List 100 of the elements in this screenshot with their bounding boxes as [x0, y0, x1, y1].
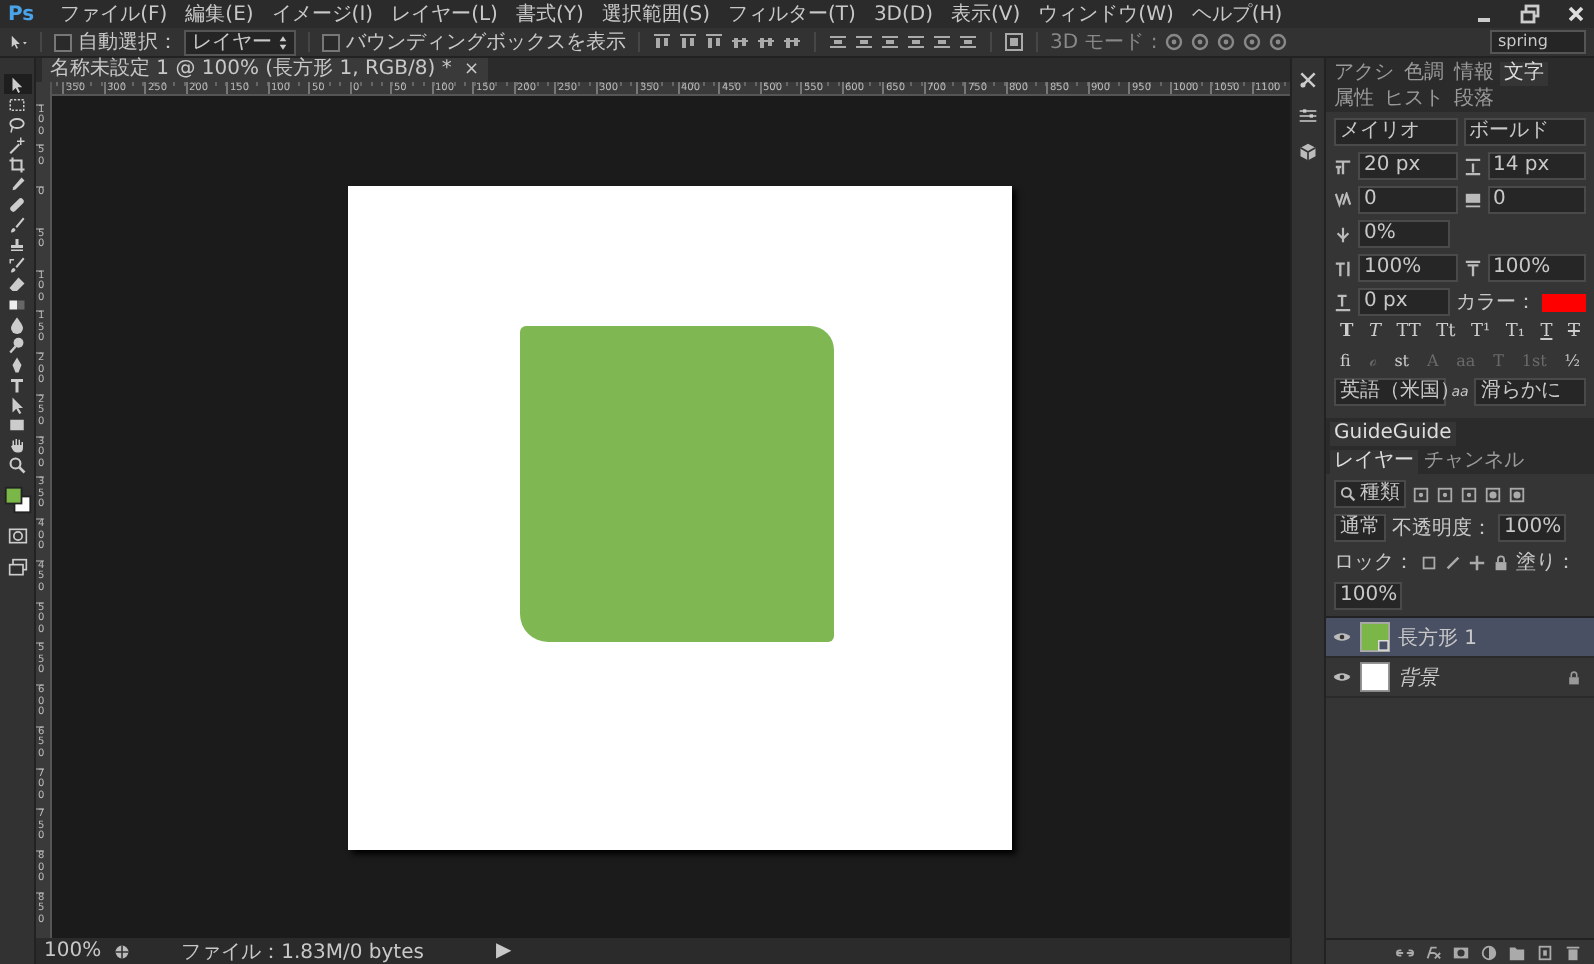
panel-tab[interactable]: GuideGuide: [1330, 422, 1456, 446]
opacity-field[interactable]: 100%: [1498, 514, 1566, 542]
menu-item[interactable]: ヘルプ(H): [1191, 0, 1283, 28]
align-icon[interactable]: [678, 32, 698, 52]
baseline-shift-field[interactable]: 0 px: [1358, 288, 1450, 316]
menu-item[interactable]: 表示(V): [951, 0, 1021, 28]
panel-tab[interactable]: 属性: [1330, 88, 1378, 112]
fill-field[interactable]: 100%: [1334, 582, 1402, 610]
filter-icon[interactable]: [1484, 485, 1502, 503]
3d-tool-icon[interactable]: [1163, 32, 1184, 52]
font-style-select[interactable]: ボールド: [1463, 118, 1586, 146]
opentype-button[interactable]: fi: [1338, 350, 1353, 372]
tracking-field[interactable]: 0: [1487, 186, 1586, 214]
distribute-icon[interactable]: [880, 32, 900, 52]
menu-item[interactable]: 書式(Y): [515, 0, 584, 28]
panel-tab[interactable]: 情報: [1450, 62, 1498, 86]
auto-align-icon[interactable]: [1004, 32, 1024, 52]
menu-item[interactable]: 選択範囲(S): [601, 0, 711, 28]
blend-mode-select[interactable]: 通常: [1334, 514, 1386, 542]
align-icon[interactable]: [704, 32, 724, 52]
menu-item[interactable]: フィルター(T): [728, 0, 856, 28]
tool-preset-icon[interactable]: [8, 32, 28, 52]
effects-icon[interactable]: [1424, 943, 1442, 961]
checkbox[interactable]: [54, 33, 72, 51]
screen-mode-icon[interactable]: [7, 558, 27, 578]
font-size-field[interactable]: 20 px: [1358, 152, 1457, 180]
3d-tool-icon[interactable]: [1241, 32, 1262, 52]
language-select[interactable]: 英語（米国）: [1334, 378, 1446, 406]
filter-icon[interactable]: [1436, 485, 1454, 503]
checkbox[interactable]: [322, 33, 340, 51]
menu-item[interactable]: イメージ(I): [271, 0, 374, 28]
text-style-button[interactable]: TT: [1394, 322, 1423, 344]
layer-filter-select[interactable]: 種類: [1334, 480, 1406, 508]
panel-tab[interactable]: ヒスト: [1380, 88, 1448, 112]
distribute-icon[interactable]: [958, 32, 978, 52]
tool-button[interactable]: [3, 74, 31, 94]
layer-select[interactable]: レイヤー: [184, 29, 296, 55]
kerning-field[interactable]: 0: [1358, 186, 1457, 214]
text-style-button[interactable]: Tt: [1434, 322, 1458, 344]
panel-tab[interactable]: アクシ: [1330, 62, 1398, 86]
cube-icon[interactable]: [1298, 142, 1318, 162]
half-circle-icon[interactable]: [1480, 943, 1498, 961]
folder-icon[interactable]: [1508, 943, 1526, 961]
link-icon[interactable]: [1396, 943, 1414, 961]
close-icon[interactable]: [1566, 4, 1586, 24]
layer-row[interactable]: 背景: [1326, 658, 1594, 698]
text-style-button[interactable]: T₁: [1503, 322, 1527, 344]
menu-item[interactable]: 編集(E): [185, 0, 254, 28]
menu-item[interactable]: 3D(D): [873, 3, 934, 25]
tab-close-button[interactable]: ×: [464, 60, 480, 80]
align-icon[interactable]: [756, 32, 776, 52]
scale-ratio-field[interactable]: 0%: [1358, 220, 1450, 248]
zoom-level[interactable]: 100%: [44, 940, 102, 962]
eye-icon[interactable]: [1332, 670, 1352, 684]
menu-item[interactable]: ファイル(F): [60, 0, 168, 28]
antialias-select[interactable]: 滑らかに: [1474, 378, 1586, 406]
trash-icon[interactable]: [1564, 943, 1582, 961]
align-icon[interactable]: [782, 32, 802, 52]
quick-mask-icon[interactable]: [7, 526, 27, 546]
text-style-button[interactable]: T¹: [1468, 322, 1493, 344]
tool-button[interactable]: [3, 454, 31, 474]
tool-button[interactable]: [3, 114, 31, 134]
distribute-icon[interactable]: [828, 32, 848, 52]
mask-icon[interactable]: [1452, 943, 1470, 961]
font-family-select[interactable]: メイリオ: [1334, 118, 1457, 146]
distribute-icon[interactable]: [932, 32, 952, 52]
lock-icon[interactable]: [1492, 553, 1510, 571]
leading-field[interactable]: 14 px: [1487, 152, 1586, 180]
menu-item[interactable]: ウィンドウ(W): [1038, 0, 1174, 28]
text-style-button[interactable]: T: [1565, 322, 1582, 344]
panel-tab[interactable]: 色調: [1400, 62, 1448, 86]
filter-icon[interactable]: [1460, 485, 1478, 503]
align-icon[interactable]: [730, 32, 750, 52]
align-icon[interactable]: [652, 32, 672, 52]
document-tab[interactable]: 名称未設定 1 @ 100% (長方形 1, RGB/8) * ×: [42, 58, 488, 82]
status-menu-arrow[interactable]: ▶: [495, 940, 512, 962]
eye-icon[interactable]: [1332, 630, 1352, 644]
restore-icon[interactable]: [1520, 4, 1540, 24]
vertical-scale-field[interactable]: 100%: [1358, 254, 1457, 282]
panel-tab[interactable]: 段落: [1450, 88, 1498, 112]
text-style-button[interactable]: T: [1338, 322, 1356, 344]
3d-tool-icon[interactable]: [1189, 32, 1210, 52]
horizontal-scale-field[interactable]: 100%: [1487, 254, 1586, 282]
panel-tab[interactable]: チャンネル: [1420, 450, 1528, 474]
distribute-icon[interactable]: [854, 32, 874, 52]
text-style-button[interactable]: T: [1538, 322, 1555, 344]
distribute-icon[interactable]: [906, 32, 926, 52]
3d-tool-icon[interactable]: [1267, 32, 1288, 52]
text-style-button[interactable]: T: [1366, 322, 1383, 344]
panel-tab[interactable]: レイヤー: [1330, 450, 1418, 474]
3d-tool-icon[interactable]: [1215, 32, 1236, 52]
menu-item[interactable]: レイヤー(L): [391, 0, 498, 28]
opentype-button[interactable]: ½: [1562, 350, 1582, 372]
panel-tab[interactable]: 文字: [1500, 62, 1548, 86]
text-color-swatch[interactable]: [1542, 293, 1586, 311]
color-swatches-icon[interactable]: [3, 486, 31, 514]
workspace-select[interactable]: spring: [1490, 30, 1586, 54]
sliders-icon[interactable]: [1298, 106, 1318, 126]
new-layer-icon[interactable]: [1536, 943, 1554, 961]
globe-icon[interactable]: [113, 943, 130, 959]
